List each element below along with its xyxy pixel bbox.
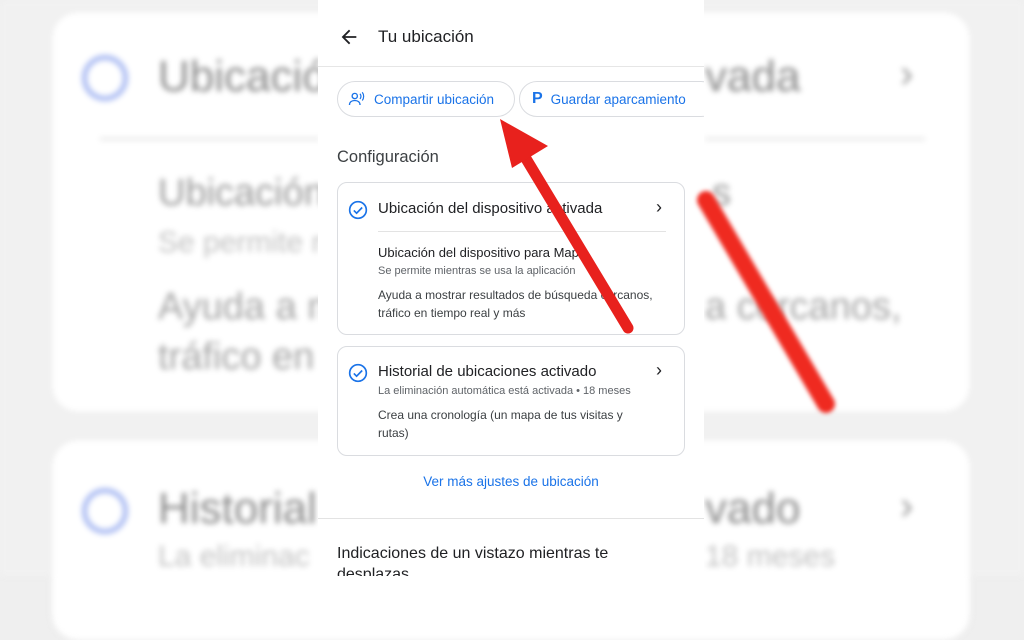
background-divider [100, 138, 320, 140]
device-location-maps-title: Ubicación del dispositivo para Maps [378, 245, 586, 260]
location-settings-panel: Tu ubicación Compartir ubicación P Guard… [318, 0, 704, 576]
location-history-status: La eliminación automática está activada … [378, 385, 631, 397]
background-check-icon [82, 55, 128, 101]
card-divider [378, 231, 666, 232]
device-location-description: Ayuda a mostrar resultados de búsqueda c… [378, 288, 653, 320]
background-card-title-left: Ubicació [158, 52, 327, 101]
location-history-title[interactable]: Historial de ubicaciones activado [378, 363, 596, 380]
share-location-chip[interactable]: Compartir ubicación [337, 81, 515, 117]
background-divider-right [705, 138, 925, 140]
top-app-bar: Tu ubicación [318, 0, 704, 67]
more-location-settings-link[interactable]: Ver más ajustes de ubicación [318, 474, 704, 489]
arrow-left-icon[interactable] [338, 26, 360, 48]
section-divider [318, 518, 704, 519]
people-share-icon [348, 91, 366, 107]
location-history-card[interactable]: Historial de ubicaciones activado › La e… [337, 346, 685, 456]
chevron-right-icon[interactable]: › [656, 197, 662, 218]
chevron-right-icon[interactable]: › [656, 360, 662, 381]
background-card2-sub-right: 18 meses [705, 540, 836, 573]
configuration-heading: Configuración [337, 148, 439, 166]
background-check-icon-2 [82, 488, 128, 534]
background-chevron-icon-2: › [900, 484, 914, 528]
background-row-sub: Se permite m [158, 226, 337, 259]
background-card2-title-left: Historial [158, 484, 317, 533]
background-card-title-right: vada [705, 52, 801, 101]
share-location-label: Compartir ubicación [374, 91, 495, 107]
check-circle-icon [348, 200, 368, 220]
check-circle-icon [348, 363, 368, 383]
background-card2-title-right: vado [705, 484, 801, 533]
save-parking-label: Guardar aparcamiento [550, 91, 686, 107]
device-location-status: Se permite mientras se usa la aplicación [378, 265, 576, 277]
device-location-card: Ubicación del dispositivo activada › Ubi… [337, 182, 685, 335]
background-row-title-right: s [712, 172, 731, 214]
location-history-description: Crea una cronología (un mapa de tus visi… [378, 408, 623, 440]
background-row-title: Ubicación [158, 172, 325, 214]
save-parking-chip[interactable]: P Guardar aparcamiento [519, 81, 704, 117]
background-card2-sub-left: La eliminac [158, 540, 310, 573]
parking-icon: P [532, 90, 543, 107]
background-row-desc1-right: a cercanos, [705, 286, 902, 328]
page-title: Tu ubicación [378, 27, 474, 46]
glanceable-directions-setting[interactable]: Indicaciones de un vistazo mientras te d… [337, 543, 647, 576]
device-location-title[interactable]: Ubicación del dispositivo activada [378, 200, 602, 217]
background-chevron-icon: › [900, 52, 914, 96]
